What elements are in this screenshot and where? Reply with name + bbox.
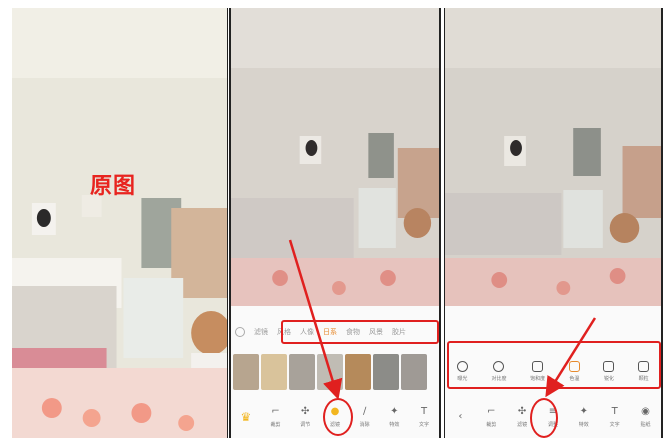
arrow-to-filter-tool: [288, 239, 343, 400]
annotation-arrows: [288, 239, 597, 400]
arrow-to-adjust-tool: [545, 317, 597, 398]
